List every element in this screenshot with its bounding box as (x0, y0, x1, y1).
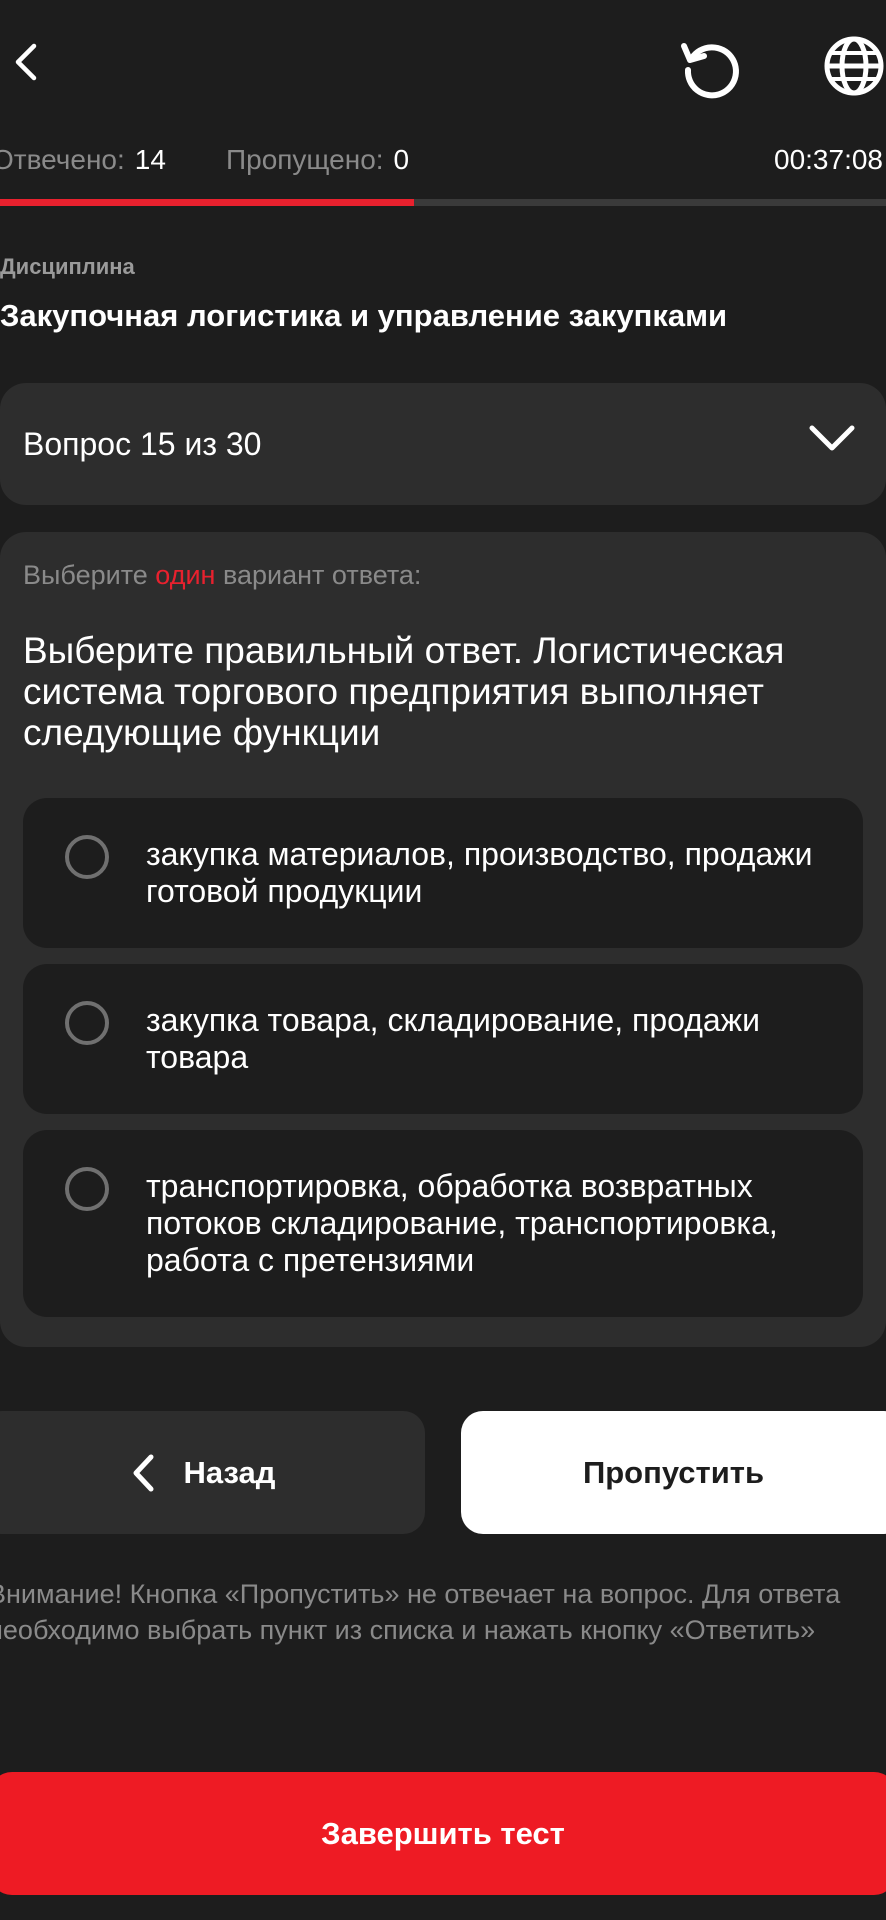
question-selector[interactable]: Вопрос 15 из 30 (0, 383, 886, 505)
skip-button[interactable]: Пропустить (461, 1411, 886, 1534)
answer-option-label: закупка материалов, производство, продаж… (146, 836, 813, 909)
answered-value: 14 (134, 144, 166, 175)
globe-icon (824, 36, 884, 96)
discipline-label: Дисциплина (0, 254, 135, 279)
answer-option[interactable]: закупка материалов, производство, продаж… (23, 798, 863, 948)
skipped-stat: Пропущено: 0 (226, 144, 409, 176)
restart-icon (681, 43, 739, 99)
restart-button[interactable] (674, 32, 746, 104)
back-nav-button[interactable]: Назад (0, 1411, 425, 1534)
progress-fill (0, 199, 414, 206)
answer-option[interactable]: закупка товара, складирование, продажи т… (23, 964, 863, 1114)
chevron-left-icon (15, 43, 37, 81)
question-text: Выберите правильный ответ. Логистическая… (23, 630, 785, 753)
chevron-down-icon (809, 425, 855, 451)
timer: 00:37:08 (774, 144, 883, 175)
answer-option-label: транспортировка, обработка возвратных по… (146, 1168, 778, 1278)
skipped-value: 0 (393, 144, 410, 175)
skip-warning: Внимание! Кнопка «Пропустить» не отвечае… (0, 1579, 841, 1645)
answer-option[interactable]: транспортировка, обработка возвратных по… (23, 1130, 863, 1317)
skipped-label: Пропущено: (226, 144, 384, 175)
discipline-title: Закупочная логистика и управление закупк… (0, 298, 728, 333)
answered-stat: Отвечено: 14 (0, 144, 166, 176)
answer-option-label: закупка товара, складирование, продажи т… (146, 1002, 760, 1075)
answer-hint: Выберите один вариант ответа: (23, 560, 422, 590)
hint-accent: один (155, 560, 216, 590)
radio-button[interactable] (65, 1001, 109, 1045)
radio-button[interactable] (65, 1167, 109, 1211)
radio-button[interactable] (65, 835, 109, 879)
back-nav-label: Назад (183, 1454, 276, 1490)
chevron-left-icon (133, 1454, 154, 1491)
language-button[interactable] (818, 30, 886, 102)
progress-bar (0, 199, 886, 206)
answered-label: Отвечено: (0, 144, 125, 175)
back-button[interactable] (0, 35, 50, 89)
question-selector-label: Вопрос 15 из 30 (23, 425, 262, 462)
finish-test-button[interactable]: Завершить тест (0, 1772, 886, 1895)
